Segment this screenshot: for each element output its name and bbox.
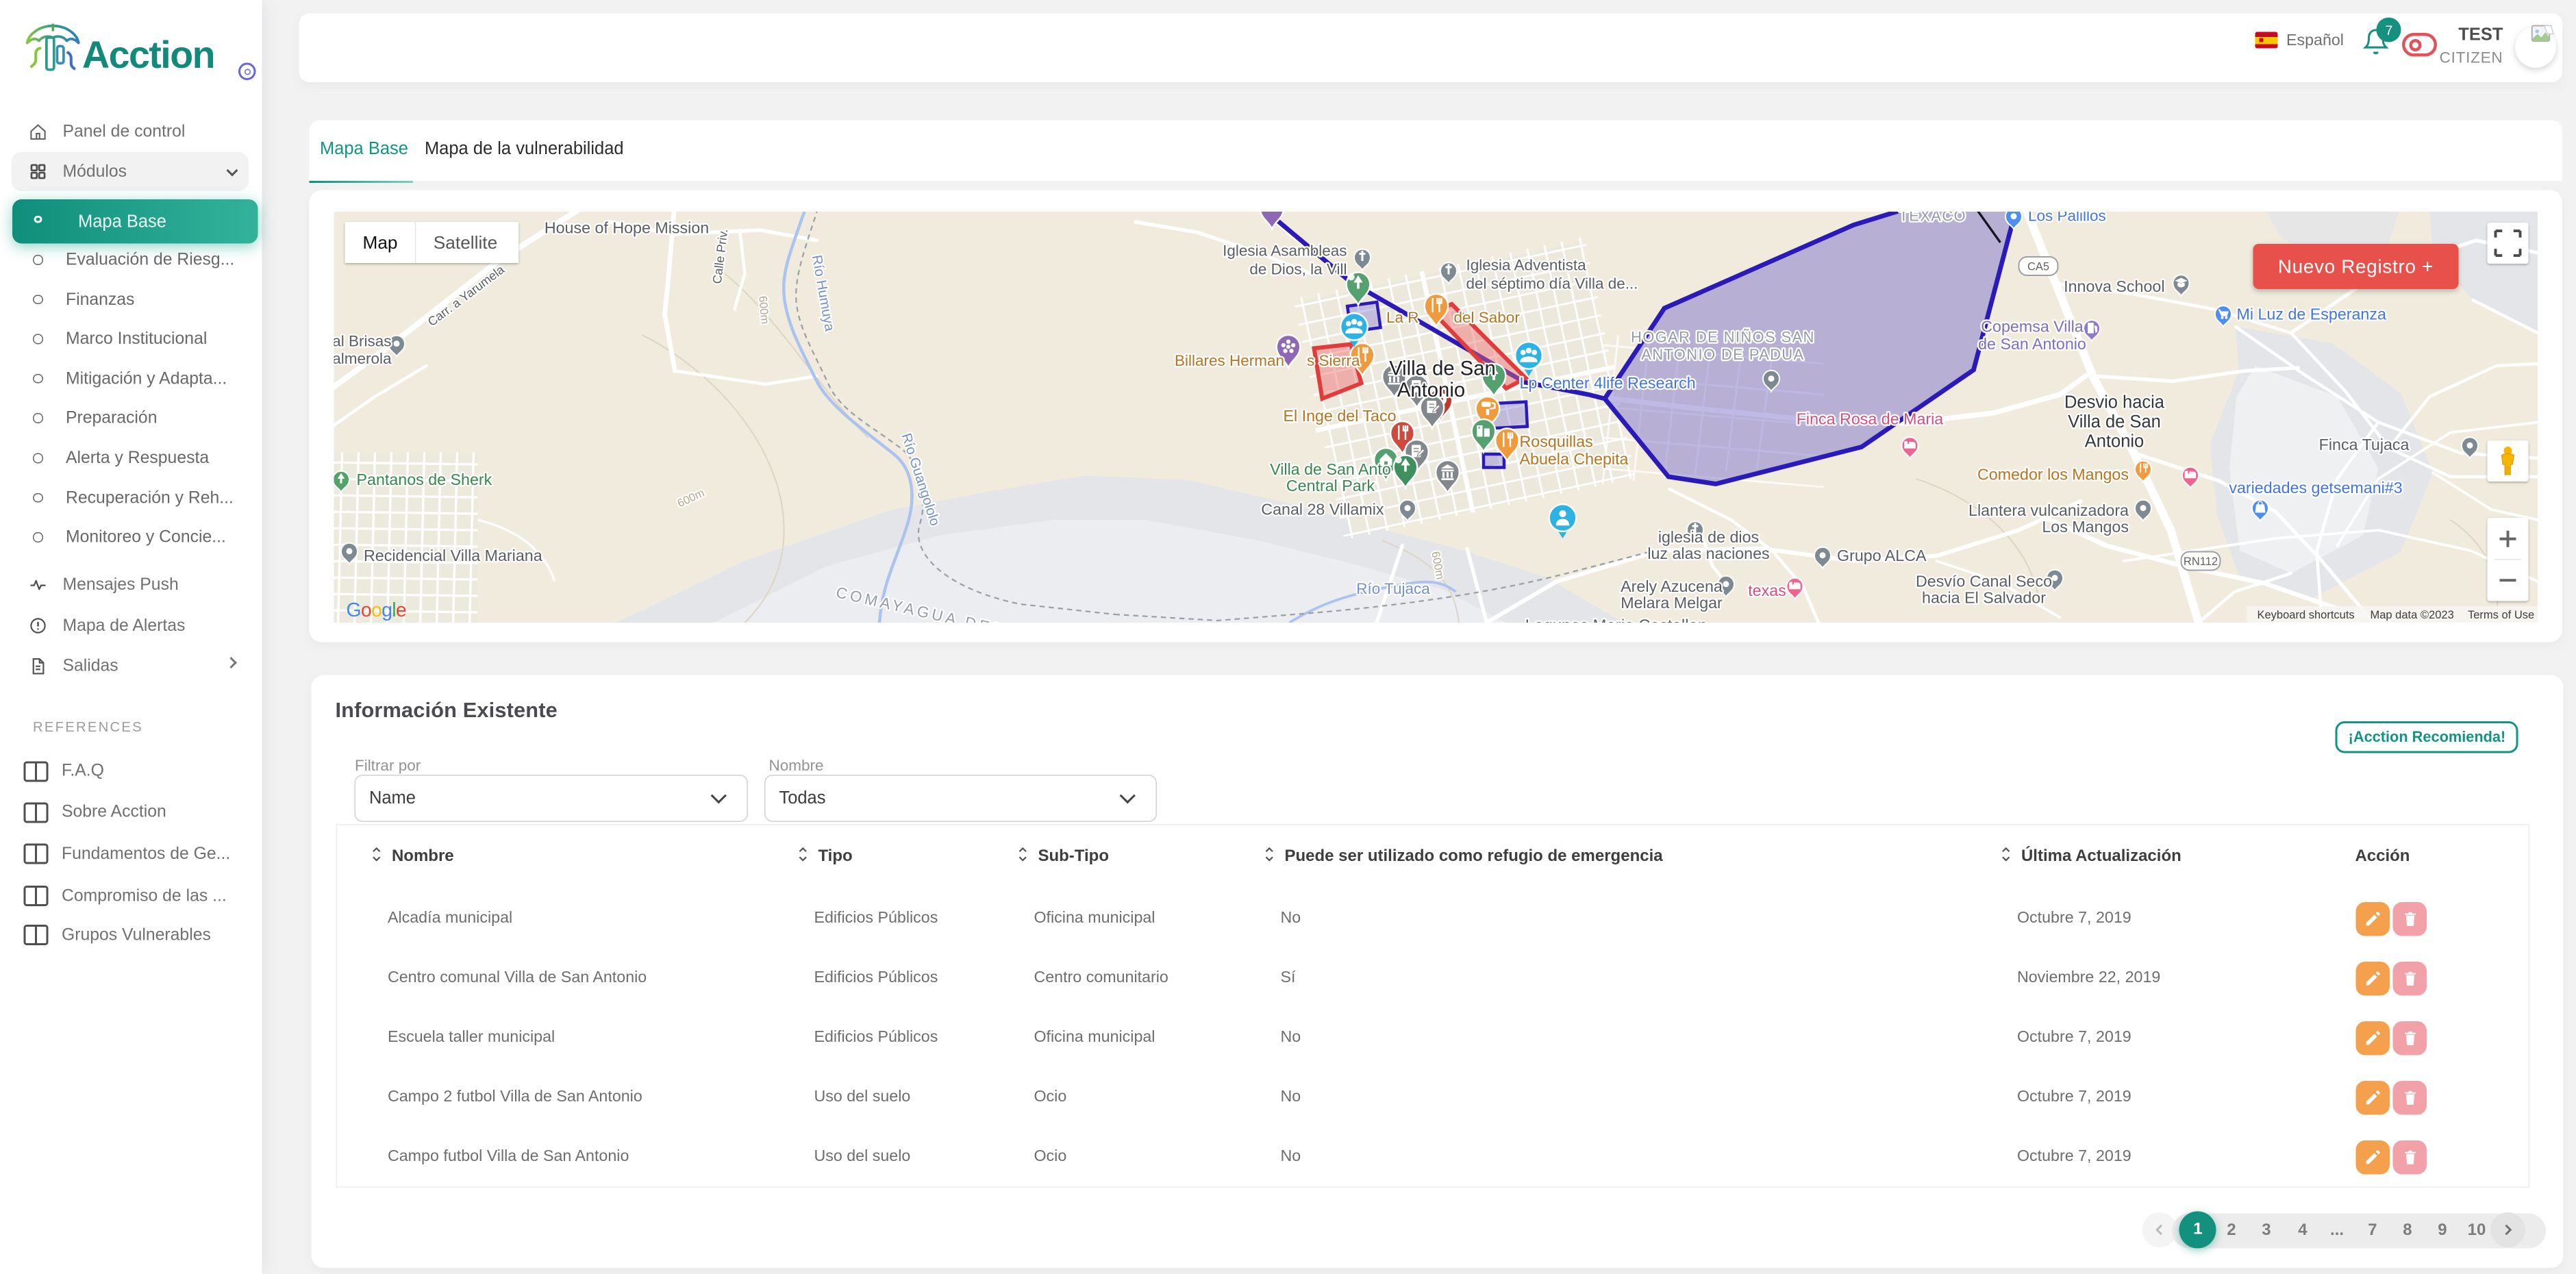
svg-text:de San Antonio: de San Antonio (1979, 335, 2087, 353)
svg-text:ANTONIO DE PADUA: ANTONIO DE PADUA (1642, 346, 1805, 363)
svg-text:Canal 28 Villamix: Canal 28 Villamix (1262, 501, 1385, 519)
svg-text:Río Tujaca: Río Tujaca (1357, 580, 1431, 597)
svg-text:Finca Rosa de Maria: Finca Rosa de Maria (1797, 410, 1944, 428)
svg-text:Copemsa Villa: Copemsa Villa (1981, 318, 2084, 336)
svg-text:Villa de San: Villa de San (1390, 358, 1497, 380)
svg-text:Terms of Use: Terms of Use (2468, 609, 2534, 621)
svg-text:Map: Map (363, 232, 398, 253)
svg-text:del séptimo día Villa de...: del séptimo día Villa de... (1466, 275, 1638, 292)
svg-text:CA5: CA5 (2027, 261, 2049, 273)
svg-text:Billares Herman: Billares Herman (1175, 352, 1284, 369)
svg-text:hacia El Salvador: hacia El Salvador (1922, 589, 2046, 607)
svg-text:Innova School: Innova School (2064, 277, 2165, 295)
svg-text:House of Hope Mission: House of Hope Mission (545, 219, 709, 237)
svg-text:Desvio hacia: Desvio hacia (2064, 393, 2165, 412)
svg-text:Desvío Canal Seco: Desvío Canal Seco (1916, 573, 2052, 590)
svg-text:Abuela Chepita: Abuela Chepita (1520, 450, 1629, 468)
svg-text:s Sierra: s Sierra (1307, 352, 1360, 369)
svg-text:Comedor los Mangos: Comedor los Mangos (1977, 466, 2129, 484)
svg-text:Iglesia Adventista: Iglesia Adventista (1466, 257, 1587, 274)
svg-text:de Dios, la Vill: de Dios, la Vill (1250, 261, 1347, 278)
svg-text:Antonio: Antonio (2085, 432, 2144, 451)
svg-text:Map data ©2023: Map data ©2023 (2371, 609, 2454, 621)
svg-text:600m: 600m (757, 295, 772, 325)
svg-text:texas: texas (1749, 582, 1787, 599)
svg-text:Keyboard shortcuts: Keyboard shortcuts (2258, 609, 2355, 621)
svg-text:Iglesia Asambleas: Iglesia Asambleas (1223, 242, 1347, 260)
svg-text:Mi Luz de Esperanza: Mi Luz de Esperanza (2237, 305, 2386, 323)
svg-text:del Sabor: del Sabor (1454, 309, 1521, 326)
svg-text:Villa de San Anto: Villa de San Anto (1271, 460, 1392, 478)
svg-text:Satellite: Satellite (434, 232, 497, 253)
svg-text:La R: La R (1386, 309, 1419, 326)
svg-text:al Brisas: al Brisas (334, 333, 392, 350)
svg-text:variedades getsemani#3: variedades getsemani#3 (2229, 479, 2403, 497)
svg-text:Arely Azucena: Arely Azucena (1621, 577, 1723, 595)
svg-text:Villa de San: Villa de San (2068, 412, 2162, 432)
svg-text:Lagunas Maria Castellon: Lagunas Maria Castellon (1525, 616, 1708, 623)
svg-text:Grupo ALCA: Grupo ALCA (1837, 547, 1927, 564)
svg-text:El Inge del Taco: El Inge del Taco (1284, 407, 1397, 425)
svg-text:Nuevo Registro +: Nuevo Registro + (2278, 255, 2434, 277)
svg-text:HOGAR DE NIÑOS SAN: HOGAR DE NIÑOS SAN (1631, 329, 1816, 346)
svg-text:Antonio: Antonio (1397, 379, 1465, 401)
svg-text:Recidencial Villa Mariana: Recidencial Villa Mariana (364, 547, 542, 564)
svg-text:Google: Google (347, 599, 406, 621)
svg-text:TEXACO: TEXACO (1899, 212, 1966, 225)
svg-text:RN112: RN112 (2184, 555, 2218, 568)
svg-text:Llantera vulcanizadora: Llantera vulcanizadora (1968, 501, 2129, 519)
svg-text:Los Palillos: Los Palillos (2028, 212, 2106, 225)
svg-text:iglesia de dios: iglesia de dios (1658, 528, 1759, 546)
svg-text:Los Mangos: Los Mangos (2042, 518, 2129, 536)
svg-text:Pantanos de Sherk: Pantanos de Sherk (357, 471, 492, 488)
svg-text:Central Park: Central Park (1286, 477, 1375, 495)
svg-text:Lp Center 4life Research: Lp Center 4life Research (1520, 374, 1696, 392)
svg-text:Rosquillas: Rosquillas (1520, 433, 1593, 451)
svg-text:almerola: almerola (334, 350, 392, 367)
svg-text:Melara Melgar: Melara Melgar (1621, 594, 1723, 612)
svg-text:Finca Tujaca: Finca Tujaca (2319, 436, 2410, 453)
svg-text:luz alas naciones: luz alas naciones (1648, 545, 1770, 562)
